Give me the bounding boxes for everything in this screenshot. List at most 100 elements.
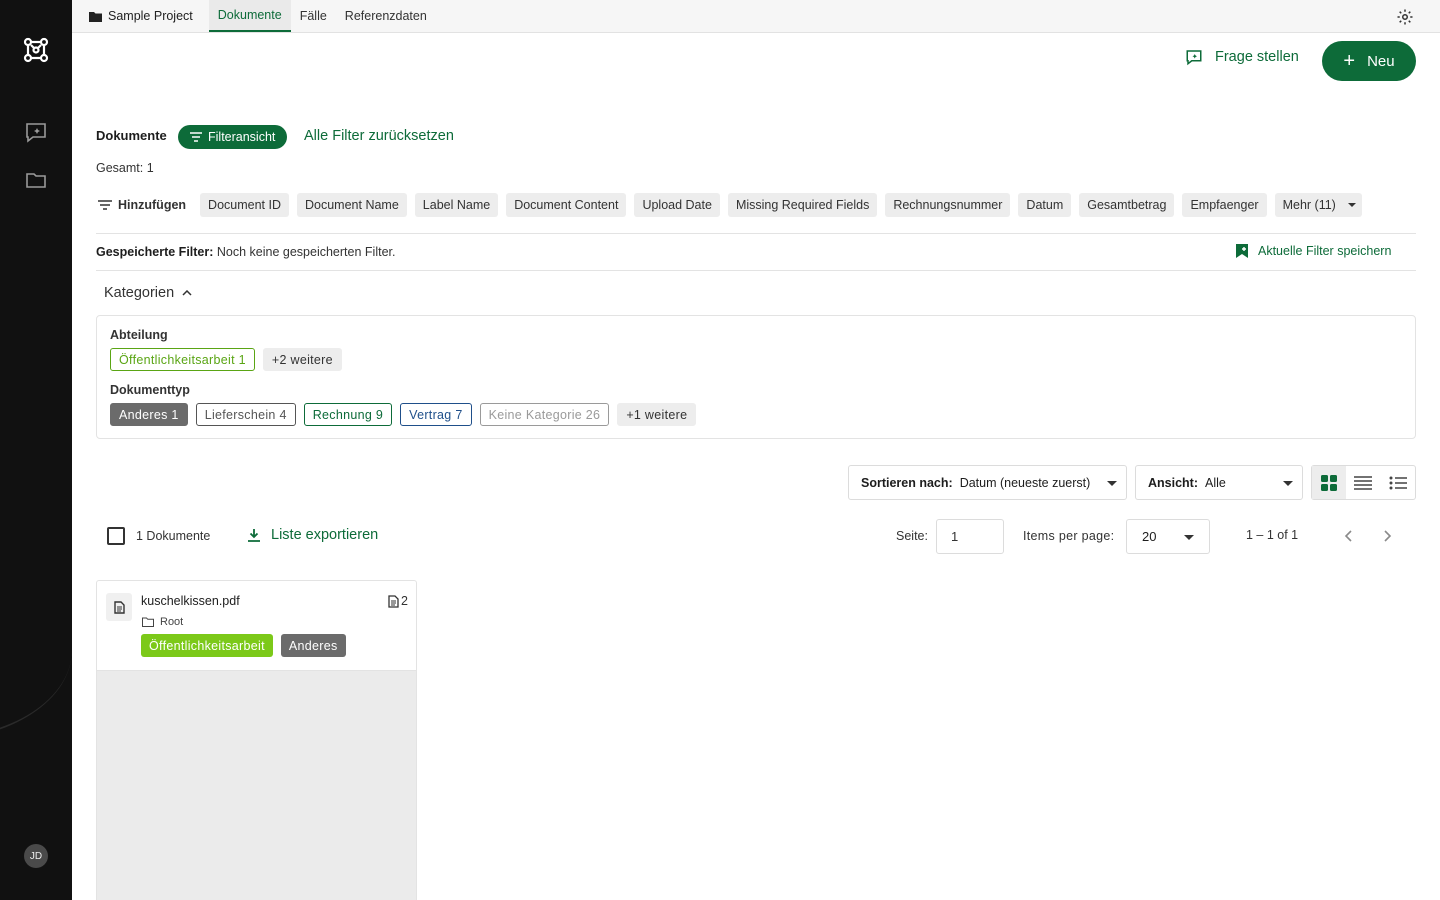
categories-panel: Abteilung Öffentlichkeitsarbeit 1 +2 wei… [96,315,1416,439]
layout-toggle [1311,465,1416,500]
items-per-page-select[interactable]: 20 [1126,519,1210,554]
new-button-label: Neu [1367,52,1395,70]
categories-toggle[interactable]: Kategorien [104,285,192,301]
document-card[interactable]: kuschelkissen.pdf 2 Root Öffentlichkeits… [96,580,417,900]
page-count-value: 2 [401,594,408,608]
more-filters-dropdown[interactable]: Mehr (11) [1274,193,1362,217]
page-input[interactable] [936,519,1004,554]
plus-icon: + [1343,50,1356,72]
filter-view-label: Filteransicht [208,130,276,144]
document-name[interactable]: kuschelkissen.pdf [141,594,240,608]
filter-chip[interactable]: Gesamtbetrag [1079,193,1175,217]
folder-name: Root [160,616,184,628]
tab-referenzdaten[interactable]: Referenzdaten [336,0,436,32]
download-icon [248,529,260,542]
list-view-icon [1354,475,1373,490]
filter-chip[interactable]: Empfaenger [1182,193,1267,217]
category-tag[interactable]: Keine Kategorie 26 [479,403,610,426]
add-filter-label: Hinzufügen [118,198,187,212]
sort-value: Datum (neueste zuerst) [959,475,1091,490]
ask-question-button[interactable]: Frage stellen [1185,48,1299,66]
saved-filters-label: Gespeicherte Filter: [96,245,214,259]
document-badges: Öffentlichkeitsarbeit Anderes [141,634,346,657]
project-selector[interactable]: Sample Project [72,0,209,32]
chevron-left-icon [1344,530,1352,542]
document-preview[interactable] [97,670,416,900]
previous-page-button[interactable] [1338,526,1358,546]
more-categories-button[interactable]: +1 weitere [617,403,697,426]
ask-question-label: Frage stellen [1215,49,1299,65]
add-filter-button[interactable]: Hinzufügen [96,198,192,212]
tab-faelle[interactable]: Fälle [291,0,336,32]
export-label: Liste exportieren [271,527,379,543]
chat-spark-icon[interactable] [24,120,48,144]
chat-spark-icon [1186,50,1202,66]
document-count: 1 Dokumente [136,529,211,543]
select-all-checkbox[interactable] [107,527,125,545]
grid-view-icon [1321,474,1338,491]
save-current-filters-button[interactable]: Aktuelle Filter speichern [1236,244,1391,258]
next-page-button[interactable] [1378,526,1398,546]
filter-chip[interactable]: Rechnungsnummer [885,193,1011,217]
detail-list-button[interactable] [1381,466,1415,499]
category-tags: Öffentlichkeitsarbeit 1 +2 weitere [110,348,342,371]
category-group-label: Dokumenttyp [110,383,190,397]
page-label: Seite: [896,529,928,543]
filter-icon [98,200,112,210]
category-badge: Öffentlichkeitsarbeit [141,634,273,657]
document-folder: Root [142,616,183,628]
category-tag[interactable]: Vertrag 7 [400,403,472,426]
grid-view-button[interactable] [1312,466,1347,499]
category-group-label: Abteilung [110,328,168,342]
caret-down-icon [1283,481,1293,486]
items-per-page-value: 20 [1142,529,1157,544]
save-current-label: Aktuelle Filter speichern [1258,244,1392,258]
divider [96,233,1416,234]
items-per-page-label: Items per page: [1023,529,1115,543]
detail-list-icon [1389,476,1407,489]
more-filters-label: Mehr (11) [1282,198,1336,212]
filter-chip[interactable]: Label Name [414,193,499,217]
filter-chip[interactable]: Upload Date [634,193,720,217]
pagination-range: 1 – 1 of 1 [1246,528,1299,542]
bookmark-icon [1236,244,1248,258]
view-select[interactable]: Ansicht: Alle [1135,465,1303,500]
filter-chip[interactable]: Document Name [297,193,407,217]
folder-icon[interactable] [24,168,48,192]
category-tag[interactable]: Rechnung 9 [303,403,393,426]
reset-filters-link[interactable]: Alle Filter zurücksetzen [304,128,454,144]
new-button[interactable]: + Neu [1322,41,1416,81]
project-name: Sample Project [108,9,193,23]
caret-down-icon [1107,481,1117,486]
filter-chip[interactable]: Document Content [506,193,627,217]
filter-chip[interactable]: Datum [1018,193,1072,217]
section-title: Dokumente [96,128,167,143]
filter-chips: Hinzufügen Document ID Document Name Lab… [96,193,1362,217]
caret-down-icon [1184,535,1194,540]
view-label: Ansicht: [1148,475,1198,490]
chevron-right-icon [1384,530,1392,542]
category-tag[interactable]: Anderes 1 [110,403,188,426]
top-bar: Sample Project Dokumente Fälle Referenzd… [72,0,1440,33]
tab-dokumente[interactable]: Dokumente [208,0,291,32]
app-logo-icon[interactable] [22,36,50,64]
saved-filters-value: Noch keine gespeicherten Filter. [216,245,396,259]
list-view-button[interactable] [1346,466,1380,499]
more-categories-button[interactable]: +2 weitere [262,348,342,371]
category-badge: Anderes [280,634,346,657]
filter-chip[interactable]: Document ID [200,193,289,217]
sidebar: JD [0,0,72,900]
gear-icon[interactable] [1396,8,1414,26]
chevron-up-icon [182,290,192,296]
divider [96,270,1416,271]
category-tag[interactable]: Öffentlichkeitsarbeit 1 [110,348,255,371]
avatar[interactable]: JD [24,844,48,868]
sort-select[interactable]: Sortieren nach: Datum (neueste zuerst) [848,465,1127,500]
filter-chip[interactable]: Missing Required Fields [727,193,878,217]
sort-label: Sortieren nach: [861,475,953,490]
categories-label: Kategorien [104,285,175,301]
filter-view-button[interactable]: Filteransicht [178,125,288,149]
category-tag[interactable]: Lieferschein 4 [195,403,296,426]
saved-filters: Gespeicherte Filter: Noch keine gespeich… [96,245,395,259]
export-list-button[interactable]: Liste exportieren [247,527,378,543]
